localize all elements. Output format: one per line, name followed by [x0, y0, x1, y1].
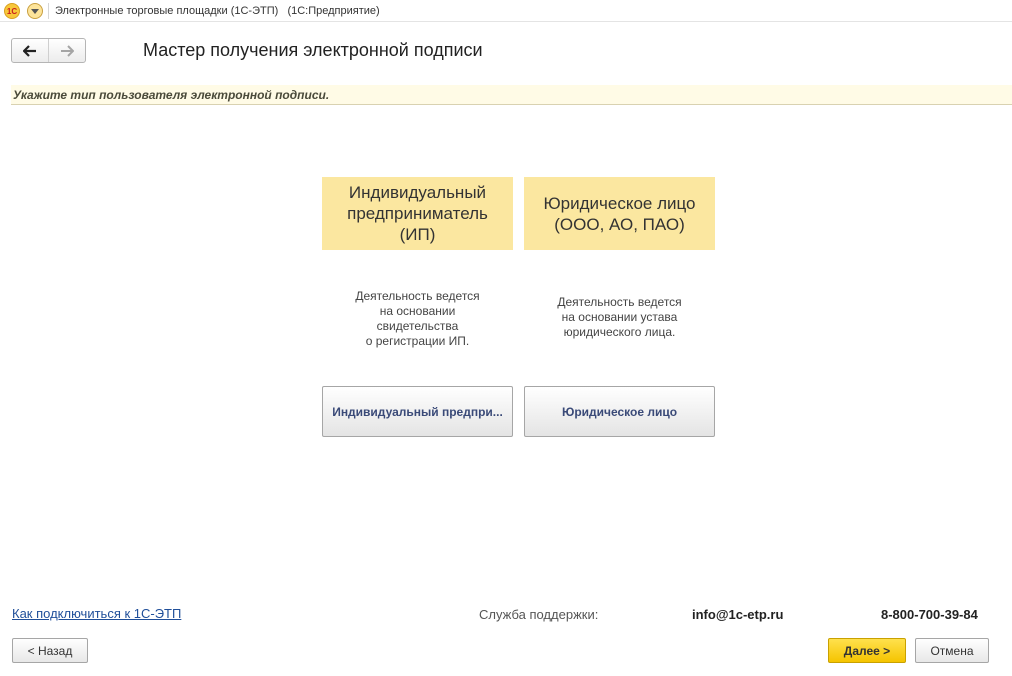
option-card-ip[interactable]: Индивидуальный предприниматель (ИП) [322, 177, 513, 250]
next-button[interactable]: Далее > [828, 638, 906, 663]
ip-title-line1: Индивидуальный [348, 183, 487, 202]
window-title: Электронные торговые площадки (1С-ЭТП) (… [55, 5, 380, 17]
select-ip-button[interactable]: Индивидуальный предпри... [322, 386, 513, 437]
how-to-connect-link[interactable]: Как подключиться к 1С-ЭТП [12, 606, 181, 621]
select-ip-label: Индивидуальный предпри... [332, 404, 503, 419]
forward-arrow-button[interactable] [49, 39, 86, 62]
ul-desc-line1: Деятельность ведется [557, 295, 682, 309]
option-card-legal-entity[interactable]: Юридическое лицо (ООО, АО, ПАО) [524, 177, 715, 250]
page-title: Мастер получения электронной подписи [143, 40, 483, 60]
ip-title-line3: (ИП) [399, 225, 436, 244]
ip-description: Деятельность ведется на основании свидет… [322, 289, 513, 349]
window-titlebar: 1С Электронные торговые площадки (1С-ЭТП… [0, 0, 1012, 22]
ul-title-line2: (ООО, АО, ПАО) [554, 214, 685, 234]
ul-description: Деятельность ведется на основании устава… [524, 295, 715, 340]
support-phone: 8-800-700-39-84 [881, 607, 978, 622]
ul-desc-line3: юридического лица. [563, 325, 676, 339]
ip-desc-line4: о регистрации ИП. [365, 334, 470, 348]
cancel-button[interactable]: Отмена [915, 638, 989, 663]
support-email: info@1c-etp.ru [692, 607, 784, 622]
select-ul-label: Юридическое лицо [561, 404, 678, 419]
logo-text: 1С [6, 6, 18, 16]
back-button[interactable]: < Назад [12, 638, 88, 663]
ul-desc-line2: на основании устава [561, 310, 678, 324]
arrow-left-icon [22, 44, 36, 57]
ul-title-line1: Юридическое лицо [543, 193, 696, 213]
ip-title-line2: предприниматель [347, 204, 488, 223]
hint-banner: Укажите тип пользователя электронной под… [11, 85, 1012, 105]
ip-desc-line3: свидетельства [376, 319, 459, 333]
ip-desc-line2: на основании [379, 304, 456, 318]
navigation-group [11, 38, 86, 63]
1c-logo-icon[interactable]: 1С [4, 3, 20, 19]
ip-desc-line1: Деятельность ведется [355, 289, 480, 303]
select-legal-entity-button[interactable]: Юридическое лицо [524, 386, 715, 437]
arrow-right-icon [60, 44, 74, 57]
support-label: Служба поддержки: [479, 607, 599, 622]
back-arrow-button[interactable] [12, 39, 49, 62]
titlebar-divider [48, 3, 49, 19]
hint-text: Укажите тип пользователя электронной под… [13, 88, 330, 102]
main-menu-icon[interactable] [27, 3, 43, 19]
